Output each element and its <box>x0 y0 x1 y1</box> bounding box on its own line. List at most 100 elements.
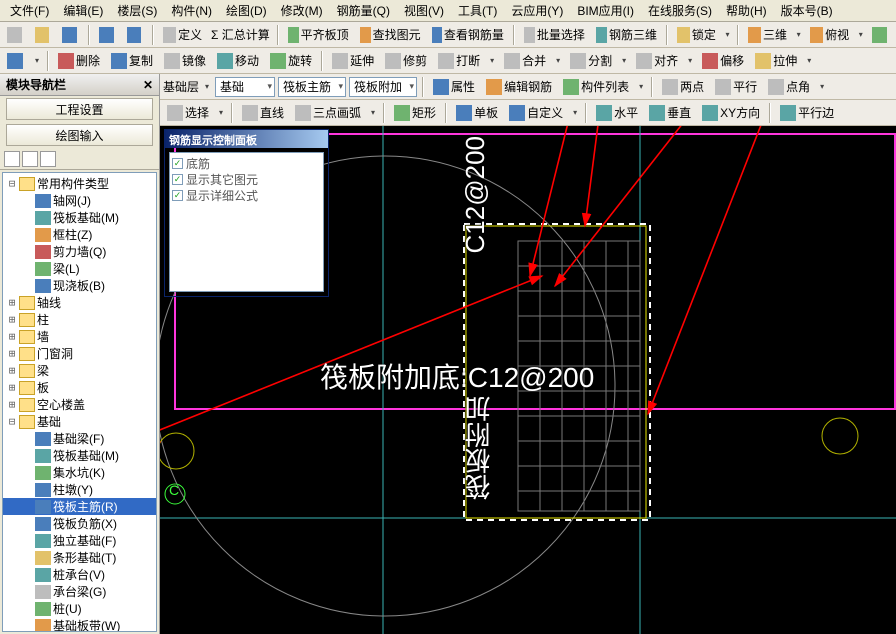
tb-redo-icon[interactable] <box>123 24 148 46</box>
tree-node[interactable]: 条形基础(T) <box>3 549 156 566</box>
tree-twisty-icon[interactable]: ⊞ <box>5 398 19 411</box>
tree-node[interactable]: 现浇板(B) <box>3 277 156 294</box>
tree-node[interactable]: ⊟基础 <box>3 413 156 430</box>
copy-button[interactable]: 复制 <box>107 50 157 72</box>
menu-cloud[interactable]: 云应用(Y) <box>505 0 569 21</box>
tree-node[interactable]: 轴网(J) <box>3 192 156 209</box>
lock-dropdown[interactable] <box>723 24 732 46</box>
filter-icon[interactable] <box>3 50 29 72</box>
menu-component[interactable]: 构件(N) <box>165 0 218 21</box>
stretch-button[interactable]: 拉伸 <box>751 50 801 72</box>
single-plate-button[interactable]: 单板 <box>452 102 502 124</box>
find-element-button[interactable]: 查找图元 <box>356 24 425 46</box>
break-button[interactable]: 打断 <box>434 50 484 72</box>
split-button[interactable]: 分割 <box>566 50 616 72</box>
mirror-button[interactable]: 镜像 <box>160 50 210 72</box>
tree-node[interactable]: 筏板负筋(X) <box>3 515 156 532</box>
tb-open-icon[interactable] <box>31 24 56 46</box>
nav-close-icon[interactable]: ✕ <box>141 78 155 92</box>
tree-node[interactable]: 筏板基础(M) <box>3 209 156 226</box>
menu-version[interactable]: 版本号(B) <box>775 0 839 21</box>
component-list-button[interactable]: 构件列表 <box>559 76 633 98</box>
rebar-panel-item[interactable]: ✓显示详细公式 <box>172 187 321 203</box>
tree-node[interactable]: ⊟常用构件类型 <box>3 175 156 192</box>
rect-button[interactable]: 矩形 <box>390 102 440 124</box>
refresh-icon[interactable] <box>868 24 893 46</box>
twopoint-button[interactable]: 两点 <box>658 76 708 98</box>
line-button[interactable]: 直线 <box>238 102 288 124</box>
tree-node[interactable]: ⊞墙 <box>3 328 156 345</box>
component-combo[interactable]: 筏板附加 <box>349 77 417 97</box>
menu-bim[interactable]: BIM应用(I) <box>571 0 640 21</box>
menu-edit[interactable]: 编辑(E) <box>57 0 109 21</box>
attribute-button[interactable]: 属性 <box>429 76 479 98</box>
rotate-button[interactable]: 旋转 <box>266 50 316 72</box>
tree-node[interactable]: ⊞板 <box>3 379 156 396</box>
layer-dropdown[interactable] <box>202 76 212 98</box>
topview-dropdown[interactable] <box>856 24 865 46</box>
align-dropdown[interactable] <box>685 50 695 72</box>
rebar-3d-button[interactable]: 钢筋三维 <box>592 24 661 46</box>
custom-dropdown[interactable] <box>570 102 580 124</box>
menu-help[interactable]: 帮助(H) <box>720 0 773 21</box>
menu-tools[interactable]: 工具(T) <box>452 0 503 21</box>
project-settings-button[interactable]: 工程设置 <box>6 98 153 120</box>
draw-input-button[interactable]: 绘图输入 <box>6 124 153 146</box>
tree-collapse-icon[interactable] <box>22 151 38 167</box>
parallel-button[interactable]: 平行 <box>711 76 761 98</box>
component-list-dropdown[interactable] <box>636 76 646 98</box>
tree-twisty-icon[interactable]: ⊞ <box>5 347 19 360</box>
menu-draw[interactable]: 绘图(D) <box>220 0 273 21</box>
filter-dropdown[interactable] <box>32 50 42 72</box>
tree-node[interactable]: 柱墩(Y) <box>3 481 156 498</box>
tree-node[interactable]: 梁(L) <box>3 260 156 277</box>
edit-rebar-button[interactable]: 编辑钢筋 <box>482 76 556 98</box>
view3d-button[interactable]: 三维 <box>744 24 791 46</box>
select-dropdown[interactable] <box>216 102 226 124</box>
rebar-display-panel[interactable]: 钢筋显示控制面板 ✓底筋 ✓显示其它图元 ✓显示详细公式 <box>164 129 329 297</box>
tree-node[interactable]: 基础梁(F) <box>3 430 156 447</box>
tree-node[interactable]: 基础板带(W) <box>3 617 156 632</box>
vertical-button[interactable]: 垂直 <box>645 102 695 124</box>
point-angle-dropdown[interactable] <box>817 76 827 98</box>
tree-node[interactable]: 筏板主筋(R) <box>3 498 156 515</box>
merge-dropdown[interactable] <box>553 50 563 72</box>
menu-online[interactable]: 在线服务(S) <box>642 0 718 21</box>
split-dropdown[interactable] <box>619 50 629 72</box>
rebar-panel-item[interactable]: ✓显示其它图元 <box>172 171 321 187</box>
tree-node[interactable]: 集水坑(K) <box>3 464 156 481</box>
tree-twisty-icon[interactable]: ⊞ <box>5 296 19 309</box>
tree-node[interactable]: 承台梁(G) <box>3 583 156 600</box>
tree-twisty-icon[interactable]: ⊟ <box>5 415 19 428</box>
tree-node[interactable]: ⊞空心楼盖 <box>3 396 156 413</box>
tree-twisty-icon[interactable]: ⊞ <box>5 313 19 326</box>
align-button[interactable]: 对齐 <box>632 50 682 72</box>
point-angle-button[interactable]: 点角 <box>764 76 814 98</box>
topview-button[interactable]: 俯视 <box>806 24 853 46</box>
component-tree[interactable]: ⊟常用构件类型轴网(J)筏板基础(M)框柱(Z)剪力墙(Q)梁(L)现浇板(B)… <box>2 172 157 632</box>
tb-save-icon[interactable] <box>58 24 83 46</box>
parallel-edge-button[interactable]: 平行边 <box>776 102 838 124</box>
select-button[interactable]: 选择 <box>163 102 213 124</box>
custom-button[interactable]: 自定义 <box>505 102 567 124</box>
merge-button[interactable]: 合并 <box>500 50 550 72</box>
define-button[interactable]: 定义 <box>159 24 206 46</box>
category-combo[interactable]: 基础 <box>215 77 275 97</box>
trim-button[interactable]: 修剪 <box>381 50 431 72</box>
sum-button[interactable]: Σ 汇总计算 <box>209 24 271 46</box>
tree-expand-icon[interactable] <box>4 151 20 167</box>
view3d-dropdown[interactable] <box>794 24 803 46</box>
tree-node[interactable]: ⊞梁 <box>3 362 156 379</box>
tb-undo-icon[interactable] <box>95 24 120 46</box>
rebar-panel-title[interactable]: 钢筋显示控制面板 <box>165 130 328 148</box>
tree-node[interactable]: 独立基础(F) <box>3 532 156 549</box>
batch-select-button[interactable]: 批量选择 <box>520 24 589 46</box>
menu-view[interactable]: 视图(V) <box>398 0 450 21</box>
tree-twisty-icon[interactable]: ⊞ <box>5 381 19 394</box>
menu-floor[interactable]: 楼层(S) <box>111 0 163 21</box>
stretch-dropdown[interactable] <box>804 50 814 72</box>
lock-button[interactable]: 锁定 <box>673 24 720 46</box>
menu-rebarqty[interactable]: 钢筋量(Q) <box>331 0 396 21</box>
tree-node[interactable]: 桩(U) <box>3 600 156 617</box>
tree-node[interactable]: 桩承台(V) <box>3 566 156 583</box>
